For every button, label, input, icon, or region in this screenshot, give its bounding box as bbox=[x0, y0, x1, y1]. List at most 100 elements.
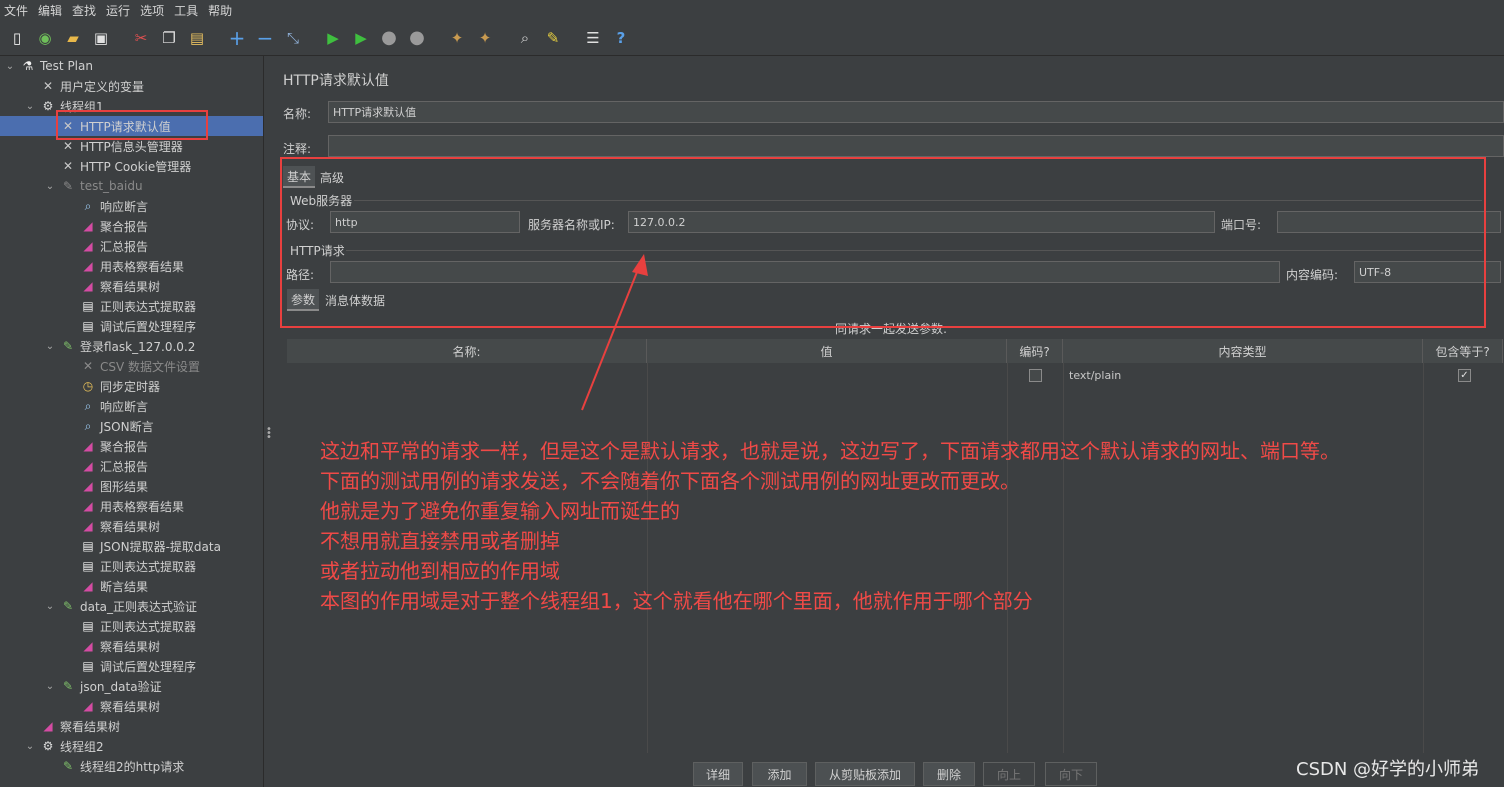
tab-body-data[interactable]: 消息体数据 bbox=[321, 289, 389, 311]
chevron-down-icon[interactable]: ⌄ bbox=[24, 101, 36, 112]
tree-node-item[interactable]: ◢ 察看结果树 bbox=[40, 716, 120, 736]
path-input[interactable] bbox=[330, 261, 1280, 283]
tree-node-item[interactable]: ◢ 聚合报告 bbox=[80, 216, 148, 236]
clear-all-icon[interactable]: ✦ bbox=[474, 27, 496, 49]
tree-node-item[interactable]: ◢ 断言结果 bbox=[80, 576, 148, 596]
tree-node-item[interactable]: ▤ 正则表达式提取器 bbox=[80, 296, 196, 316]
menu-help[interactable]: 帮助 bbox=[208, 2, 232, 19]
table-cell-name[interactable] bbox=[291, 365, 641, 385]
name-input[interactable]: HTTP请求默认值 bbox=[328, 101, 1504, 123]
delete-button[interactable]: 删除 bbox=[923, 762, 975, 786]
tree-node-item[interactable]: ✕ CSV 数据文件设置 bbox=[80, 356, 200, 376]
tree-node-data-regex[interactable]: ⌄ ✎ data_正则表达式验证 bbox=[44, 596, 197, 616]
clear-icon[interactable]: ✦ bbox=[446, 27, 468, 49]
save-icon[interactable]: ▣ bbox=[90, 27, 112, 49]
menu-run[interactable]: 运行 bbox=[106, 2, 130, 19]
tree-node-item[interactable]: ◢ 汇总报告 bbox=[80, 236, 148, 256]
chevron-down-icon[interactable]: ⌄ bbox=[24, 741, 36, 752]
tree-node-test-baidu[interactable]: ⌄ ✎ test_baidu bbox=[44, 176, 143, 196]
comment-input[interactable] bbox=[328, 135, 1504, 157]
function-helper-icon[interactable]: ☰ bbox=[582, 27, 604, 49]
search-icon[interactable]: ⌕ bbox=[514, 27, 536, 49]
tree-node-cookie-manager[interactable]: ✕ HTTP Cookie管理器 bbox=[60, 156, 191, 176]
chevron-down-icon[interactable]: ⌄ bbox=[4, 61, 16, 72]
menu-search[interactable]: 查找 bbox=[72, 2, 96, 19]
tree-node-item[interactable]: ⌕ JSON断言 bbox=[80, 416, 154, 436]
tree-node-item[interactable]: ✎ 线程组2的http请求 bbox=[60, 756, 184, 776]
menu-edit[interactable]: 编辑 bbox=[38, 2, 62, 19]
tree-node-item[interactable]: ◢ 用表格察看结果 bbox=[80, 496, 184, 516]
column-header-encode[interactable]: 编码? bbox=[1007, 339, 1063, 363]
table-cell-encode[interactable] bbox=[1029, 365, 1049, 385]
start-no-pause-icon[interactable]: ▶ bbox=[350, 27, 372, 49]
chevron-down-icon[interactable]: ⌄ bbox=[44, 341, 56, 352]
chevron-down-icon[interactable]: ⌄ bbox=[44, 601, 56, 612]
tree-node-item[interactable]: ▤ JSON提取器-提取data bbox=[80, 536, 221, 556]
open-icon[interactable]: ▰ bbox=[62, 27, 84, 49]
paste-icon[interactable]: ▤ bbox=[186, 27, 208, 49]
collapse-icon[interactable]: − bbox=[254, 26, 276, 50]
tree-node-test-plan[interactable]: ⌄ ⚗ Test Plan bbox=[4, 56, 93, 76]
table-cell-content-type[interactable]: text/plain bbox=[1069, 365, 1419, 385]
table-cell-value[interactable] bbox=[651, 365, 1001, 385]
tree-node-thread-group-2[interactable]: ⌄ ⚙ 线程组2 bbox=[24, 736, 104, 756]
document-icon: ▤ bbox=[82, 539, 94, 553]
tab-advanced[interactable]: 高级 bbox=[316, 166, 348, 188]
add-button[interactable]: 添加 bbox=[752, 762, 807, 786]
include-equals-checkbox[interactable]: ✓ bbox=[1458, 368, 1471, 382]
toggle-icon[interactable]: ⤡ bbox=[282, 27, 304, 49]
new-icon[interactable]: ▯ bbox=[6, 27, 28, 49]
stop-icon[interactable]: ● bbox=[378, 27, 400, 49]
tree-node-item[interactable]: ⌕ 响应断言 bbox=[80, 196, 148, 216]
help-icon[interactable]: ? bbox=[610, 27, 632, 49]
reset-search-icon[interactable]: ✎ bbox=[542, 27, 564, 49]
tab-parameters[interactable]: 参数 bbox=[287, 289, 320, 311]
tree-node-item[interactable]: ▤ 调试后置处理程序 bbox=[80, 316, 196, 336]
add-from-clipboard-button[interactable]: 从剪贴板添加 bbox=[815, 762, 915, 786]
tree-node-item[interactable]: ▤ 正则表达式提取器 bbox=[80, 556, 196, 576]
shutdown-icon[interactable]: ● bbox=[406, 27, 428, 49]
encoding-input[interactable]: UTF-8 bbox=[1354, 261, 1501, 283]
cut-icon[interactable]: ✂ bbox=[130, 27, 152, 49]
column-header-include-equals[interactable]: 包含等于? bbox=[1423, 339, 1503, 363]
chevron-down-icon[interactable]: ⌄ bbox=[44, 181, 56, 192]
tree-node-json-data[interactable]: ⌄ ✎ json_data验证 bbox=[44, 676, 162, 696]
table-cell-include-equals[interactable]: ✓ bbox=[1458, 365, 1478, 385]
tree-node-item[interactable]: ◢ 察看结果树 bbox=[80, 636, 160, 656]
tab-basic[interactable]: 基本 bbox=[283, 166, 316, 188]
column-header-value[interactable]: 值 bbox=[647, 339, 1007, 363]
tree-node-item[interactable]: ◢ 用表格察看结果 bbox=[80, 256, 184, 276]
column-header-name[interactable]: 名称: bbox=[287, 339, 647, 363]
tree-node-item[interactable]: ◢ 察看结果树 bbox=[80, 276, 160, 296]
menu-file[interactable]: 文件 bbox=[4, 2, 28, 19]
move-down-button[interactable]: 向下 bbox=[1045, 762, 1097, 786]
menu-options[interactable]: 选项 bbox=[140, 2, 164, 19]
tree-node-item[interactable]: ⌕ 响应断言 bbox=[80, 396, 148, 416]
tree-node-item[interactable]: ◢ 察看结果树 bbox=[80, 696, 160, 716]
menu-tools[interactable]: 工具 bbox=[174, 2, 198, 19]
protocol-input[interactable]: http bbox=[330, 211, 520, 233]
tree-node-http-defaults[interactable]: ✕ HTTP请求默认值 bbox=[0, 116, 263, 136]
expand-icon[interactable]: + bbox=[226, 26, 248, 50]
tree-node-item[interactable]: ◢ 聚合报告 bbox=[80, 436, 148, 456]
move-up-button[interactable]: 向上 bbox=[983, 762, 1035, 786]
copy-icon[interactable]: ❐ bbox=[158, 27, 180, 49]
tree-node-user-vars[interactable]: ✕ 用户定义的变量 bbox=[24, 76, 144, 96]
detail-button[interactable]: 详细 bbox=[693, 762, 743, 786]
tree-node-item[interactable]: ◷ 同步定时器 bbox=[80, 376, 160, 396]
tree-node-item[interactable]: ◢ 图形结果 bbox=[80, 476, 148, 496]
port-input[interactable] bbox=[1277, 211, 1501, 233]
server-input[interactable]: 127.0.0.2 bbox=[628, 211, 1215, 233]
tree-node-header-manager[interactable]: ✕ HTTP信息头管理器 bbox=[60, 136, 183, 156]
tree-node-item[interactable]: ▤ 正则表达式提取器 bbox=[80, 616, 196, 636]
start-icon[interactable]: ▶ bbox=[322, 27, 344, 49]
tree-node-login-flask[interactable]: ⌄ ✎ 登录flask_127.0.0.2 bbox=[44, 336, 196, 356]
tree-node-item[interactable]: ▤ 调试后置处理程序 bbox=[80, 656, 196, 676]
tree-node-thread-group-1[interactable]: ⌄ ⚙ 线程组1 bbox=[24, 96, 104, 116]
templates-icon[interactable]: ◉ bbox=[34, 27, 56, 49]
tree-node-item[interactable]: ◢ 汇总报告 bbox=[80, 456, 148, 476]
tree-node-item[interactable]: ◢ 察看结果树 bbox=[80, 516, 160, 536]
column-header-content-type[interactable]: 内容类型 bbox=[1063, 339, 1423, 363]
encode-checkbox[interactable] bbox=[1029, 368, 1042, 382]
chevron-down-icon[interactable]: ⌄ bbox=[44, 681, 56, 692]
